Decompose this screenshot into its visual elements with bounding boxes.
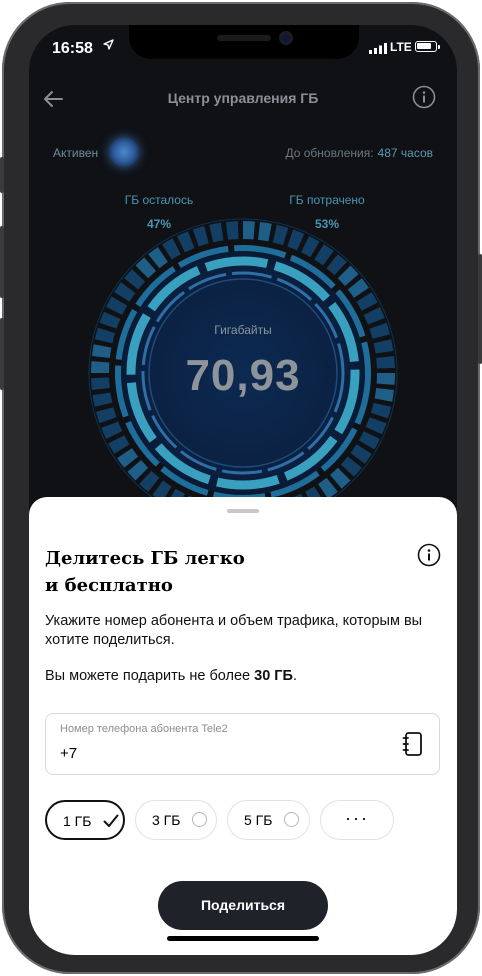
update-info: До обновления: 487 часов xyxy=(285,146,433,160)
gauge-tick xyxy=(101,421,123,439)
check-icon xyxy=(103,814,119,827)
gauge-tick xyxy=(370,402,392,419)
gauge-tick xyxy=(114,282,136,302)
sheet-description: Укажите номер абонента и объем трафика, … xyxy=(45,613,423,648)
gauge-tick xyxy=(350,444,372,464)
info-icon[interactable] xyxy=(417,543,441,567)
page-title: Центр управления ГБ xyxy=(167,90,319,106)
gauge-value: 70,93 xyxy=(185,351,301,400)
gauge-tick xyxy=(318,477,338,499)
limit-value: 30 ГБ xyxy=(254,668,293,684)
option-1gb-label: 1 ГБ xyxy=(63,813,92,829)
sheet-title: Делитесь ГБ легко и бесплатно xyxy=(45,545,365,599)
option-5gb-label: 5 ГБ xyxy=(244,812,273,828)
gauge-tick xyxy=(177,231,195,253)
top-bar: Центр управления ГБ xyxy=(29,85,457,117)
status-row: Активен До обновления: 487 часов xyxy=(53,137,433,167)
phone-input[interactable] xyxy=(60,745,360,762)
update-label: До обновления: xyxy=(285,146,374,160)
volume-down-button xyxy=(0,318,4,390)
home-indicator xyxy=(167,936,319,941)
phone-field[interactable]: Номер телефона абонента Tele2 xyxy=(45,713,440,775)
status-time: 16:58 xyxy=(52,40,93,57)
gauge-tick xyxy=(209,222,224,243)
status-bar: 16:58 LTE xyxy=(29,25,457,69)
gauge-label: Гигабайты xyxy=(214,323,272,337)
gauge-tick xyxy=(162,238,181,260)
gauge-tick xyxy=(365,417,387,435)
network-type: LTE xyxy=(390,40,412,54)
gauge-tick xyxy=(135,257,156,279)
screen: 16:58 LTE Центр управления ГБ Активен До… xyxy=(29,25,457,955)
gauge-tick xyxy=(226,221,239,240)
gauge-tick xyxy=(347,278,369,298)
gauge-tick xyxy=(340,456,362,477)
gauge-tick xyxy=(258,222,272,242)
location-arrow-icon xyxy=(103,38,114,53)
option-3gb[interactable]: 3 ГБ xyxy=(135,800,217,840)
option-5gb[interactable]: 5 ГБ xyxy=(227,800,310,840)
gauge-tick xyxy=(124,269,146,290)
gauge-tick xyxy=(330,467,351,489)
gauge-tick xyxy=(117,448,139,468)
gauge-tick xyxy=(106,296,128,315)
option-more[interactable]: ··· xyxy=(320,800,394,840)
gauge-tick xyxy=(148,247,168,269)
gauge-tick xyxy=(356,292,378,311)
volume-up-button xyxy=(0,226,4,298)
option-3gb-label: 3 ГБ xyxy=(152,812,181,828)
gauge-tick xyxy=(337,265,359,286)
share-gb-sheet: Делитесь ГБ легко и бесплатно Укажите но… xyxy=(29,497,457,955)
gauge-tick xyxy=(287,229,305,251)
gauge-tick xyxy=(272,224,289,246)
mute-switch xyxy=(0,157,4,193)
radio-icon xyxy=(192,812,207,827)
gauge-tick xyxy=(243,221,255,240)
phone-field-label: Номер телефона абонента Tele2 xyxy=(60,723,228,735)
gauge-tick xyxy=(96,407,117,424)
gauge-tick xyxy=(139,470,160,492)
contacts-book-icon[interactable] xyxy=(401,731,425,757)
status-label: Активен xyxy=(53,146,99,160)
sheet-grabber[interactable] xyxy=(227,509,259,513)
signal-icon xyxy=(369,41,387,59)
phone-frame: 16:58 LTE Центр управления ГБ Активен До… xyxy=(0,2,482,974)
sheet-title-line1: Делитесь ГБ легко xyxy=(45,548,245,569)
info-icon[interactable] xyxy=(412,85,436,109)
option-1gb[interactable]: 1 ГБ xyxy=(45,800,125,840)
gauge-tick xyxy=(358,431,380,450)
limit-suffix: . xyxy=(292,668,297,684)
gauge-tick xyxy=(108,435,130,454)
battery-icon xyxy=(415,41,440,52)
gauge-tick xyxy=(314,244,334,266)
limit-text: Вы можете подарить не более 30 ГБ. xyxy=(45,668,297,684)
gauge-tick xyxy=(127,460,149,481)
option-more-label: ··· xyxy=(345,808,369,828)
power-button xyxy=(478,254,482,364)
gauge-tick xyxy=(192,226,209,247)
share-button[interactable]: Поделиться xyxy=(158,881,328,930)
active-indicator xyxy=(109,137,139,167)
gauge-tick xyxy=(326,254,347,276)
update-value: 487 часов xyxy=(377,146,433,160)
gauge-tick xyxy=(363,307,385,325)
radio-icon xyxy=(284,812,299,827)
sheet-title-line2: и бесплатно xyxy=(45,575,173,596)
limit-prefix: Вы можете подарить не более xyxy=(45,668,255,684)
gauge-tick xyxy=(301,236,320,258)
